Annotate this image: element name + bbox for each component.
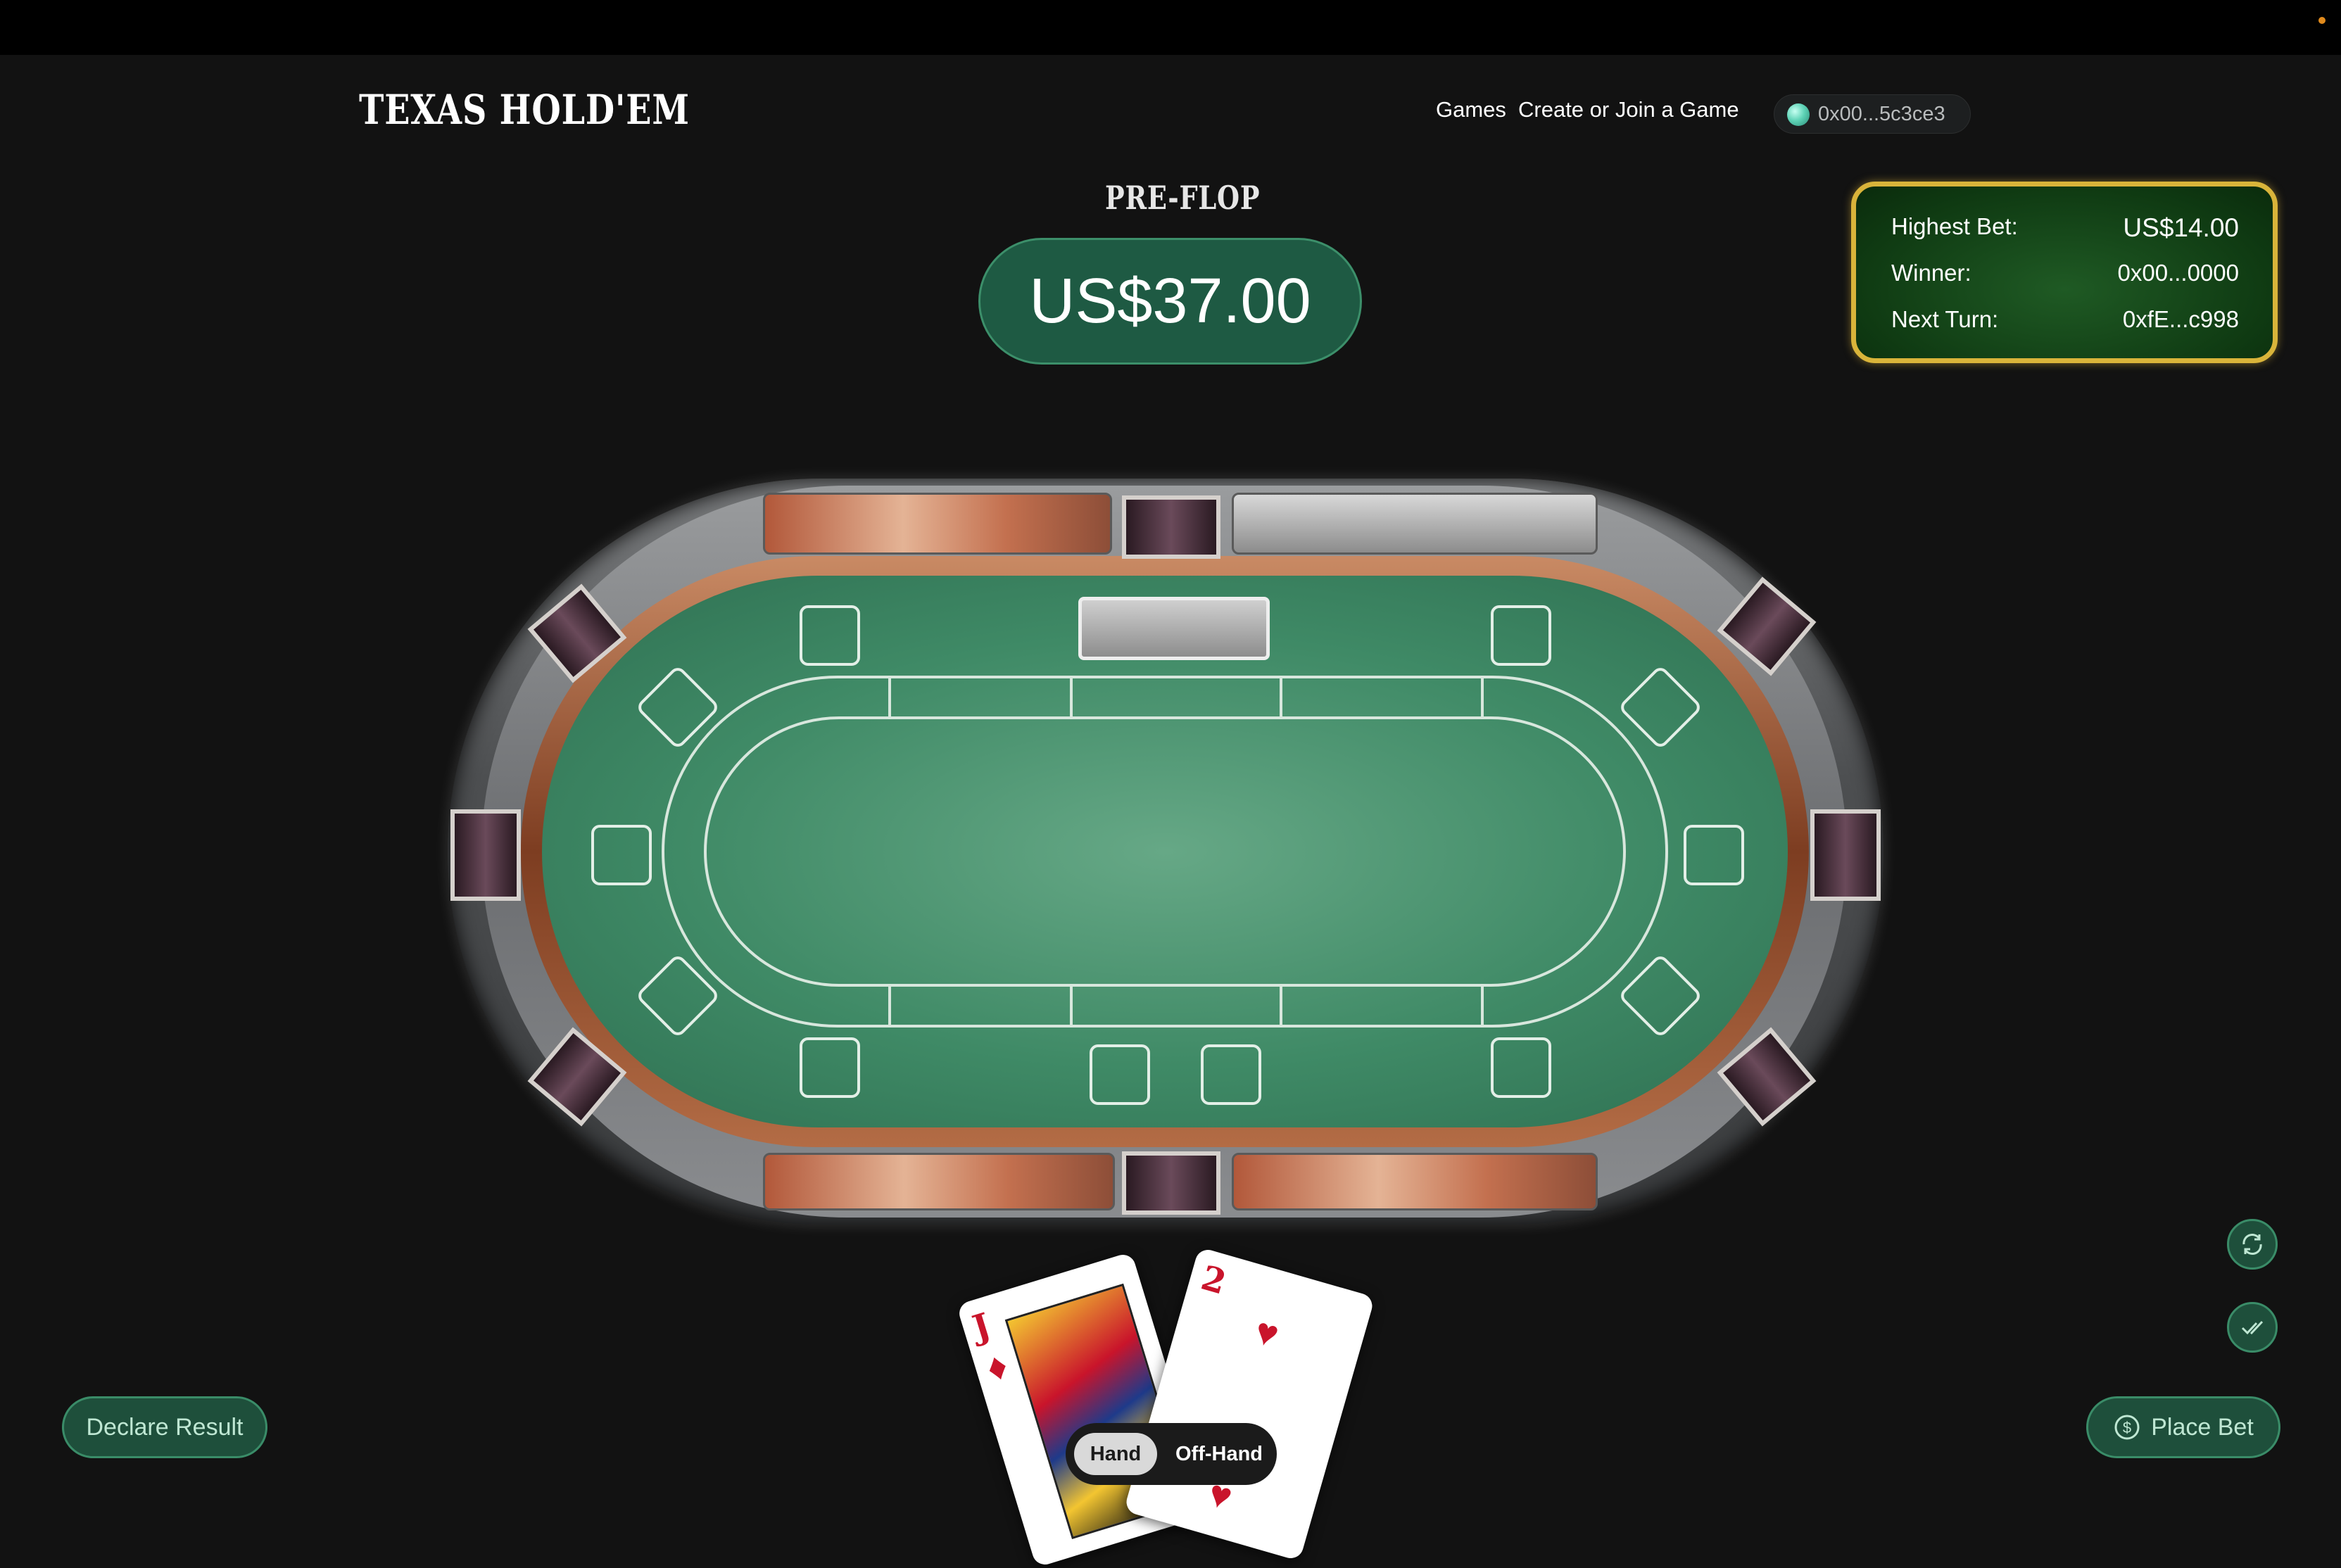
pot-display: US$37.00 bbox=[978, 238, 1362, 365]
wallet-gem-icon bbox=[1787, 103, 1810, 126]
rail-grey-panel bbox=[1232, 493, 1598, 555]
highest-bet-row: Highest Bet: US$14.00 bbox=[1891, 213, 2239, 248]
svg-text:$: $ bbox=[2123, 1419, 2131, 1436]
game-info-panel: Highest Bet: US$14.00 Winner: 0x00...000… bbox=[1851, 182, 2278, 363]
game-phase-label: PRE-FLOP bbox=[1105, 179, 1261, 217]
confirm-button[interactable] bbox=[2227, 1302, 2278, 1353]
window-top-bar bbox=[0, 0, 2341, 55]
hand-option[interactable]: Hand bbox=[1074, 1433, 1157, 1475]
seat-spot[interactable] bbox=[591, 825, 652, 885]
felt-divider bbox=[1481, 677, 1484, 718]
seat-spot[interactable] bbox=[1684, 825, 1744, 885]
next-turn-value: 0xfE...c998 bbox=[2122, 306, 2239, 332]
seat-spot[interactable] bbox=[800, 605, 860, 666]
felt-inner-line bbox=[704, 716, 1626, 987]
double-check-icon bbox=[2238, 1313, 2266, 1341]
place-bet-button[interactable]: $ Place Bet bbox=[2086, 1396, 2280, 1458]
app-logo[interactable]: TEXAS HOLD'EM bbox=[359, 86, 690, 134]
winner-row: Winner: 0x00...0000 bbox=[1891, 260, 2239, 295]
felt-divider bbox=[1481, 985, 1484, 1026]
next-turn-label: Next Turn: bbox=[1891, 306, 1999, 332]
dealer-tray bbox=[1078, 597, 1270, 660]
rail-wood-panel bbox=[763, 493, 1112, 555]
nav-games-link[interactable]: Games bbox=[1436, 97, 1506, 122]
hand-card-two-hearts[interactable]: 2 ♥ ♥ bbox=[1123, 1246, 1375, 1562]
felt-divider bbox=[1280, 985, 1282, 1026]
status-dot bbox=[2318, 17, 2326, 24]
wallet-button[interactable]: 0x00...5c3ce3 bbox=[1774, 94, 1971, 134]
seat-spot[interactable] bbox=[1201, 1044, 1261, 1105]
felt-divider bbox=[1280, 677, 1282, 718]
seat-chair bbox=[1810, 809, 1881, 901]
declare-result-label: Declare Result bbox=[86, 1413, 244, 1441]
card-rank: 2 bbox=[1197, 1258, 1230, 1303]
seat-chair bbox=[450, 809, 521, 901]
hand-toggle[interactable]: Hand Off-Hand bbox=[1066, 1423, 1277, 1485]
felt-divider bbox=[1070, 677, 1073, 718]
diamond-suit-icon: ♦ bbox=[981, 1343, 1013, 1391]
rail-wood-panel bbox=[763, 1153, 1115, 1210]
place-bet-label: Place Bet bbox=[2151, 1413, 2254, 1441]
seat-spot[interactable] bbox=[1491, 1037, 1551, 1098]
seat-spot[interactable] bbox=[1491, 605, 1551, 666]
next-turn-row: Next Turn: 0xfE...c998 bbox=[1891, 306, 2239, 341]
wallet-address: 0x00...5c3ce3 bbox=[1818, 103, 1945, 125]
nav-create-join-link[interactable]: Create or Join a Game bbox=[1518, 97, 1739, 122]
rail-wood-panel bbox=[1232, 1153, 1598, 1210]
highest-bet-value: US$14.00 bbox=[2123, 213, 2239, 242]
heart-suit-icon: ♥ bbox=[1250, 1309, 1284, 1357]
seat-chair bbox=[1122, 495, 1220, 559]
seat-spot[interactable] bbox=[1090, 1044, 1150, 1105]
felt-divider bbox=[888, 677, 891, 718]
felt-divider bbox=[1070, 985, 1073, 1026]
pot-amount: US$37.00 bbox=[1029, 265, 1311, 336]
declare-result-button[interactable]: Declare Result bbox=[62, 1396, 267, 1458]
card-rank: J bbox=[968, 1305, 995, 1348]
refresh-button[interactable] bbox=[2227, 1219, 2278, 1270]
seat-chair bbox=[1122, 1151, 1220, 1215]
dollar-circle-icon: $ bbox=[2113, 1413, 2141, 1441]
seat-spot[interactable] bbox=[800, 1037, 860, 1098]
felt-divider bbox=[888, 985, 891, 1026]
refresh-icon bbox=[2238, 1230, 2266, 1258]
highest-bet-label: Highest Bet: bbox=[1891, 213, 2018, 239]
winner-label: Winner: bbox=[1891, 260, 1971, 286]
off-hand-option[interactable]: Off-Hand bbox=[1170, 1433, 1268, 1475]
winner-value: 0x00...0000 bbox=[2117, 260, 2239, 286]
